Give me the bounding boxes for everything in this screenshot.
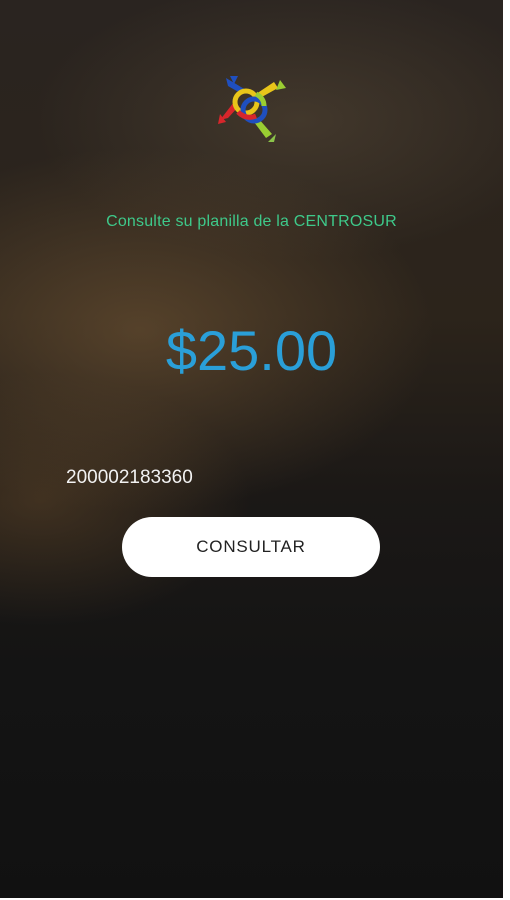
consult-button[interactable]: CONSULTAR bbox=[122, 517, 380, 577]
app-screen: Consulte su planilla de la CENTROSUR $25… bbox=[0, 0, 503, 898]
amount-due: $25.00 bbox=[165, 319, 338, 382]
right-edge bbox=[503, 0, 510, 900]
subtitle-text: Consulte su planilla de la CENTROSUR bbox=[106, 213, 397, 230]
centrosur-logo-icon bbox=[216, 72, 288, 142]
account-number-input[interactable] bbox=[66, 467, 326, 489]
